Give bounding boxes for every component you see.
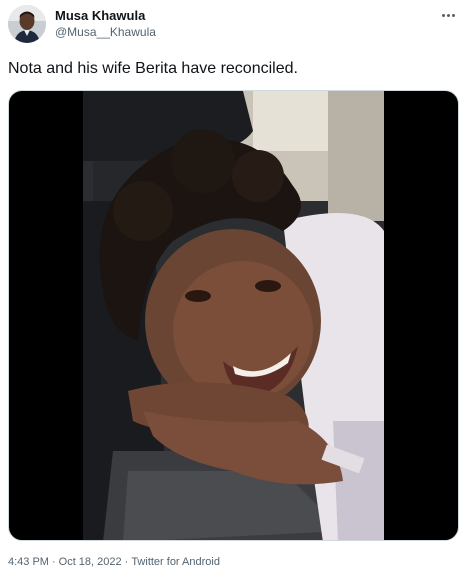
tweet-video[interactable] — [8, 90, 459, 541]
meta-separator: · — [51, 556, 56, 568]
author-handle[interactable]: @Musa__Khawula — [55, 25, 156, 39]
tweet-date[interactable]: Oct 18, 2022 — [59, 556, 122, 568]
tweet-metadata: 4:43 PM · Oct 18, 2022 · Twitter for Android — [8, 556, 220, 568]
tweet-card: Musa Khawula @Musa__Khawula Nota and his… — [0, 0, 467, 572]
tweet-source[interactable]: Twitter for Android — [131, 556, 220, 568]
more-horizontal-icon — [441, 13, 445, 17]
video-frame — [83, 91, 384, 540]
avatar[interactable] — [8, 5, 46, 43]
tweet-text: Nota and his wife Berita have reconciled… — [8, 60, 298, 77]
more-options-button[interactable] — [437, 6, 459, 24]
meta-separator: · — [124, 556, 129, 568]
author-display-name[interactable]: Musa Khawula — [55, 8, 145, 23]
tweet-time[interactable]: 4:43 PM — [8, 556, 49, 568]
